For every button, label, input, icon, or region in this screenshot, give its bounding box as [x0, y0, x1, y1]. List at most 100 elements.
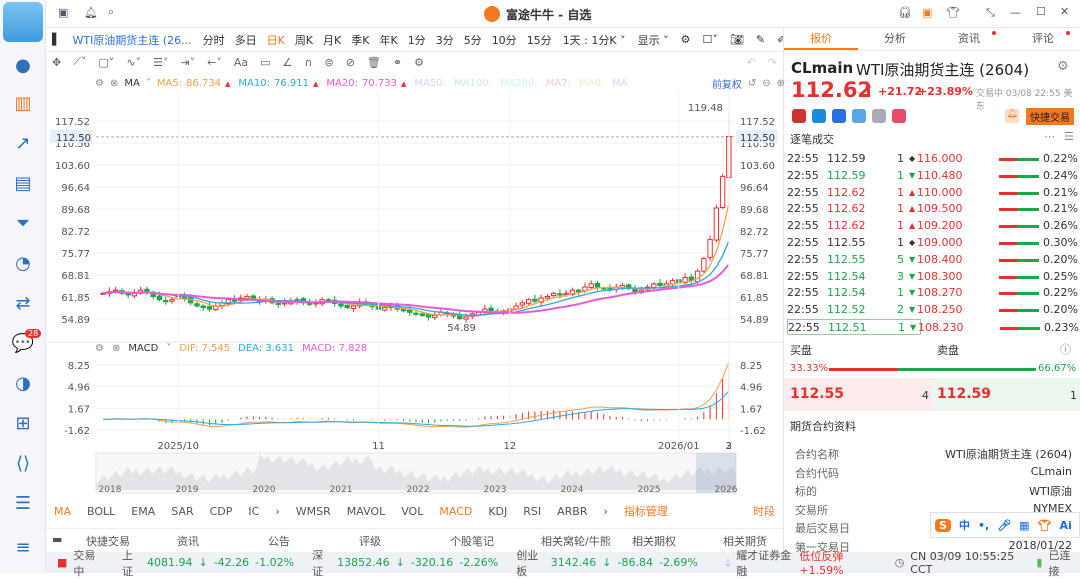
quick-trade-button[interactable]: 快捷交易: [1026, 108, 1074, 125]
lightning-icon[interactable]: [812, 109, 826, 123]
ma-close-icon[interactable]: ⊗: [110, 78, 118, 89]
indicator-mavol[interactable]: MAVOL: [339, 505, 393, 518]
menu-icon[interactable]: ≡: [11, 537, 35, 559]
keyboard-icon[interactable]: ▦: [1019, 519, 1029, 532]
settings-icon[interactable]: ⚙: [1057, 59, 1069, 74]
period-tab[interactable]: 10分: [487, 32, 522, 48]
panel-toggle-icon[interactable]: ▌: [46, 33, 66, 46]
pie-icon[interactable]: ◔: [11, 253, 35, 275]
line-icon[interactable]: ⟋˅: [67, 55, 92, 69]
ime-ai[interactable]: Ai: [1060, 519, 1072, 532]
mic-icon[interactable]: 🎤︎: [997, 519, 1011, 532]
period-tab[interactable]: 1分: [403, 32, 431, 48]
settings-icon[interactable]: ⚙: [675, 33, 697, 46]
more-icon[interactable]: ⋯: [1044, 130, 1055, 143]
indicator-ic[interactable]: IC: [240, 505, 267, 518]
shrink-icon[interactable]: ⤡: [986, 6, 995, 20]
macd-settings-icon[interactable]: ⚙: [95, 343, 104, 354]
layout-icon[interactable]: ▣: [58, 6, 68, 19]
indicator-vol[interactable]: VOL: [393, 505, 431, 518]
period-tab[interactable]: 3分: [431, 32, 459, 48]
arrow-icon[interactable]: ←˅: [201, 56, 228, 69]
more-icon[interactable]: ›: [595, 505, 615, 518]
filter-icon[interactable]: ⏷: [11, 213, 35, 235]
period-tab[interactable]: 季K: [346, 32, 374, 48]
search-icon[interactable]: ⌕: [108, 5, 114, 19]
wave-icon[interactable]: ∿˅: [120, 56, 147, 69]
user-icon[interactable]: ●: [11, 55, 35, 77]
skin-icon[interactable]: 👕︎: [1038, 519, 1052, 532]
note-icon[interactable]: ✎: [750, 33, 771, 46]
indicator-rsi[interactable]: RSI: [515, 505, 549, 518]
hide-icon[interactable]: ⊘: [340, 56, 361, 69]
fib-icon[interactable]: ☰˅: [147, 56, 174, 69]
macd-close-icon[interactable]: ⊗: [112, 343, 120, 354]
period-tab[interactable]: 多日: [230, 32, 262, 48]
heart-icon[interactable]: [892, 109, 906, 123]
minimize-icon[interactable]: —: [1010, 6, 1021, 19]
indicator-cdp[interactable]: CDP: [202, 505, 241, 518]
indicator-arbr[interactable]: ARBR: [549, 505, 595, 518]
indicator-macd[interactable]: MACD: [431, 505, 480, 518]
range-select[interactable]: 1天 : 1分K ˅: [557, 32, 632, 48]
period-tab[interactable]: 15分: [522, 32, 557, 48]
index-name[interactable]: 深证: [309, 547, 334, 579]
period-tab[interactable]: 年K: [374, 32, 402, 48]
rect-icon[interactable]: ▢˅: [92, 56, 120, 69]
bottom-tab[interactable]: 资讯: [177, 533, 199, 549]
us-flag-icon[interactable]: [792, 109, 806, 123]
alert-bell-icon[interactable]: 🔔︎: [1005, 109, 1019, 123]
collapse-icon[interactable]: ▬: [52, 533, 62, 546]
bottom-tab[interactable]: 相关窝轮/牛熊: [541, 533, 611, 549]
shirt-icon[interactable]: 👕︎: [946, 6, 960, 19]
link-icon[interactable]: ⚭: [387, 56, 408, 69]
quote-tab[interactable]: 分析: [858, 28, 932, 50]
info-icon[interactable]: ⓘ: [1060, 341, 1071, 357]
ime-lang[interactable]: 中: [959, 517, 970, 533]
exchange-icon[interactable]: ⇄: [11, 293, 35, 315]
ma-label[interactable]: MA: [124, 78, 139, 89]
close-icon[interactable]: ✕: [1060, 5, 1069, 18]
indicator-ema[interactable]: EMA: [123, 505, 163, 518]
level-icon[interactable]: [832, 109, 846, 123]
indicator-kdj[interactable]: KDJ: [480, 505, 515, 518]
adjust-button[interactable]: 前复权: [712, 76, 742, 91]
callout-icon[interactable]: ▭: [254, 56, 276, 69]
magnet-icon[interactable]: ∩: [298, 56, 318, 69]
bottom-tab[interactable]: 公告: [268, 533, 290, 549]
indicator-ma[interactable]: MA: [46, 505, 79, 518]
trash-icon[interactable]: 🗑︎: [361, 56, 387, 69]
period-tab[interactable]: 月K: [318, 32, 346, 48]
bag-icon[interactable]: ▣: [922, 6, 932, 19]
quote-tab[interactable]: 报价: [784, 28, 858, 50]
chart-icon[interactable]: ▥: [11, 93, 35, 115]
trend-icon[interactable]: ↗: [11, 133, 35, 155]
indicator-boll[interactable]: BOLL: [79, 505, 123, 518]
redo-icon[interactable]: ↷: [762, 56, 783, 69]
code-icon[interactable]: ⟨⟩: [11, 453, 35, 475]
indicator-sar[interactable]: SAR: [163, 505, 201, 518]
ma-settings-icon[interactable]: ⚙: [95, 78, 104, 89]
doc-icon[interactable]: ☰: [11, 493, 35, 515]
index-name[interactable]: 创业板: [513, 547, 548, 579]
range-icon[interactable]: ⇥˅: [174, 56, 201, 69]
angle-icon[interactable]: ∠: [277, 56, 299, 69]
draw-settings-icon[interactable]: ⚙: [408, 56, 430, 69]
lock-icon[interactable]: ⊜: [318, 56, 339, 69]
headset-icon[interactable]: 🎧︎: [898, 6, 912, 19]
game-icon[interactable]: ⊞: [11, 413, 35, 435]
zoom-out-icon[interactable]: ⊖: [762, 78, 770, 89]
period-tab[interactable]: 分时: [198, 32, 230, 48]
bell-icon[interactable]: 🔔︎: [84, 6, 98, 19]
move-icon[interactable]: ✥: [46, 56, 67, 69]
index-name[interactable]: 上证: [119, 547, 144, 579]
broker-name[interactable]: 耀才证券金融: [733, 547, 796, 579]
undo-icon[interactable]: ↶: [741, 56, 762, 69]
period-button[interactable]: 时段: [745, 503, 783, 519]
indicator-manage[interactable]: 指标管理: [616, 503, 676, 519]
macd-label[interactable]: MACD: [128, 343, 158, 354]
period-tab[interactable]: 日K: [262, 32, 290, 48]
symbol-title[interactable]: WTI原油期货主连 (26...: [66, 32, 197, 48]
display-select[interactable]: 显示 ˅: [632, 32, 675, 48]
zoom-in-icon[interactable]: ⊕: [777, 78, 785, 89]
